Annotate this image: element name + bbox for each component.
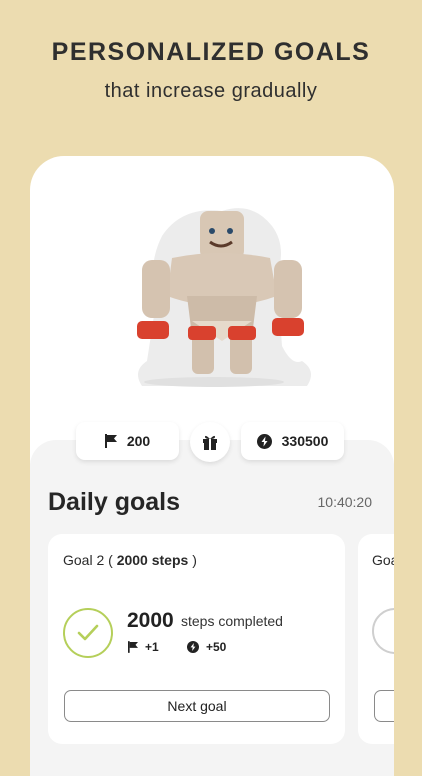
next-goal-button[interactable]: Next goal (64, 690, 330, 722)
promo-headline: PERSONALIZED GOALS (51, 38, 371, 66)
daily-goals-title: Daily goals (48, 488, 180, 516)
lightning-icon (256, 433, 272, 449)
lightning-icon (187, 641, 199, 653)
gift-icon (203, 435, 217, 450)
flags-value: 200 (126, 433, 151, 449)
next-goal-card-peek[interactable]: Goa (358, 534, 394, 744)
steps-completed-label: steps completed (181, 613, 283, 629)
peek-progress-ring (372, 608, 394, 654)
goal-title-steps: 2000 steps (116, 552, 189, 568)
energy-reward: +50 (187, 640, 226, 654)
energy-reward-value: +50 (206, 640, 227, 654)
completed-check-icon (63, 608, 113, 658)
gift-button[interactable] (190, 422, 230, 462)
flag-reward-value: +1 (145, 640, 159, 654)
flag-icon (128, 641, 138, 653)
goal-card[interactable]: Goal 2 ( 2000 steps ) 2000 steps complet… (48, 534, 345, 744)
goal-title-prefix: Goal 2 ( (63, 552, 117, 568)
promo-subheadline: that increase gradually (104, 80, 318, 102)
flag-icon (104, 434, 117, 448)
flags-stat: 200 (76, 422, 179, 460)
daily-timer: 10:40:20 (317, 494, 373, 510)
goal-title: Goal 2 ( 2000 steps ) (63, 552, 197, 568)
goal-title-suffix: ) (188, 552, 197, 568)
peek-goal-title: Goa (372, 552, 394, 568)
peek-next-button[interactable] (374, 690, 394, 722)
steps-count: 2000 (127, 609, 174, 632)
flag-reward: +1 (128, 640, 159, 654)
character-illustration (137, 208, 311, 387)
energy-stat: 330500 (241, 422, 344, 460)
phone-screen: 200 330500 Daily goals 10:40:20 Goal 2 (… (30, 156, 394, 776)
energy-value: 330500 (281, 433, 329, 449)
